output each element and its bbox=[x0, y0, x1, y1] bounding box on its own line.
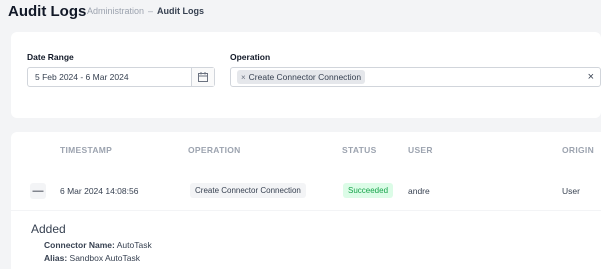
row-operation-chip: Create Connector Connection bbox=[190, 183, 306, 198]
status-badge: Succeeded bbox=[343, 183, 394, 198]
close-icon[interactable]: × bbox=[588, 71, 594, 83]
breadcrumb-administration[interactable]: Administration bbox=[87, 6, 144, 16]
details-title: Added bbox=[31, 222, 66, 236]
column-header-user[interactable]: USER bbox=[408, 145, 433, 155]
column-header-operation[interactable]: OPERATION bbox=[188, 145, 241, 155]
breadcrumb-separator: – bbox=[148, 6, 154, 16]
chip-remove-icon[interactable]: × bbox=[241, 73, 246, 82]
detail-key: Alias: bbox=[44, 253, 68, 263]
date-range-value: 5 Feb 2024 - 6 Mar 2024 bbox=[35, 72, 129, 82]
collapse-row-button[interactable]: — bbox=[30, 183, 46, 199]
operation-chip: × Create Connector Connection bbox=[237, 70, 366, 84]
column-header-timestamp[interactable]: TIMESTAMP bbox=[60, 145, 112, 155]
column-header-origin[interactable]: ORIGIN bbox=[562, 145, 594, 155]
filter-panel: Date Range 5 Feb 2024 - 6 Mar 2024 Opera… bbox=[11, 32, 601, 118]
audit-log-table: TIMESTAMP OPERATION STATUS USER ORIGIN —… bbox=[11, 132, 601, 269]
operation-label: Operation bbox=[230, 52, 271, 62]
row-origin: User bbox=[562, 186, 580, 196]
date-range-label: Date Range bbox=[27, 52, 74, 62]
row-timestamp: 6 Mar 2024 14:08:56 bbox=[60, 186, 139, 196]
detail-connector-name: Connector Name: AutoTask bbox=[44, 240, 152, 250]
operation-select[interactable]: × Create Connector Connection × bbox=[230, 67, 601, 87]
row-user: andre bbox=[408, 186, 430, 196]
row-divider bbox=[11, 210, 601, 211]
detail-value: Sandbox AutoTask bbox=[69, 253, 140, 263]
detail-key: Connector Name: bbox=[44, 240, 115, 250]
breadcrumb: Administration – Audit Logs bbox=[87, 6, 204, 16]
date-range-input[interactable]: 5 Feb 2024 - 6 Mar 2024 bbox=[27, 67, 215, 87]
page-title: Audit Logs bbox=[8, 3, 87, 20]
detail-alias: Alias: Sandbox AutoTask bbox=[44, 253, 140, 263]
operation-chip-label: Create Connector Connection bbox=[248, 72, 362, 82]
breadcrumb-current: Audit Logs bbox=[157, 6, 205, 16]
calendar-icon[interactable] bbox=[191, 68, 214, 86]
column-header-status[interactable]: STATUS bbox=[342, 145, 377, 155]
detail-value: AutoTask bbox=[116, 240, 152, 250]
